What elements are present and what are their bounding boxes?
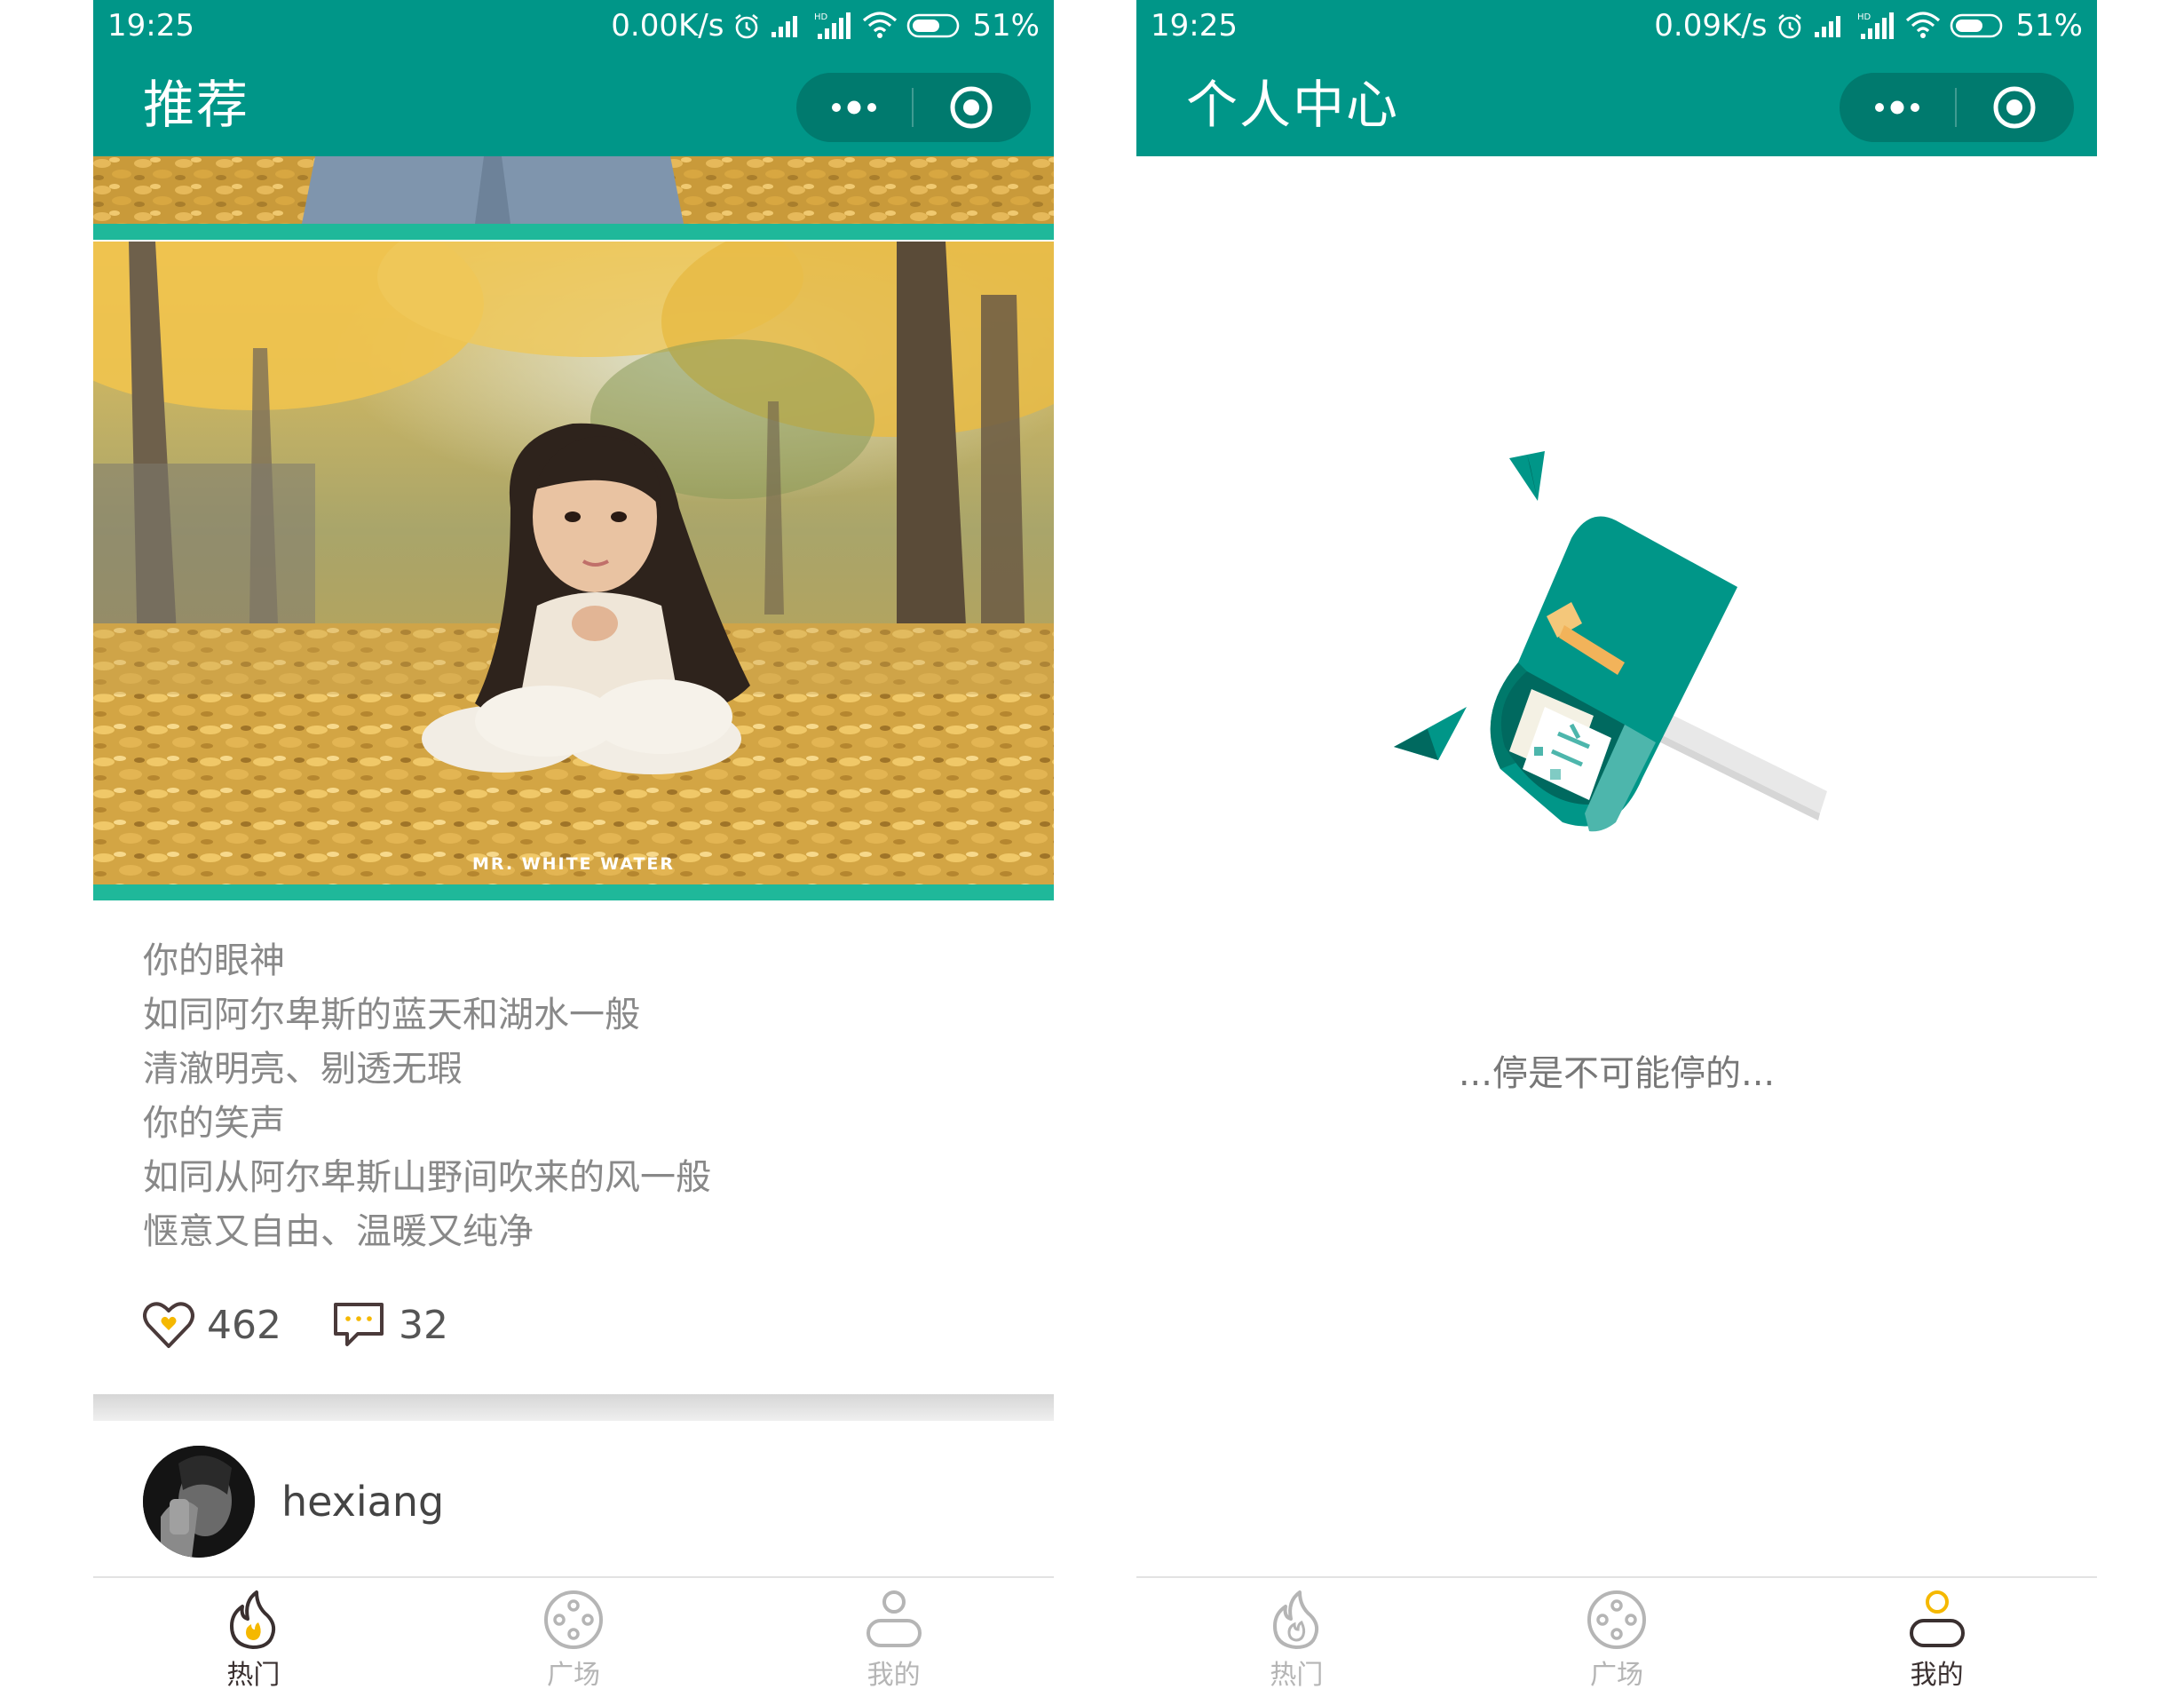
page-title: 推荐	[143, 75, 250, 135]
status-indicators: 0.00K/s HD 51%	[611, 7, 1040, 44]
image-bottom-border	[93, 884, 1054, 900]
mailbox-illustration	[1394, 451, 1827, 832]
user-icon	[866, 1590, 922, 1647]
tab-label: 广场	[1590, 1660, 1643, 1691]
tab-plaza[interactable]: 广场	[414, 1578, 734, 1705]
tab-hot[interactable]: 热门	[93, 1578, 414, 1705]
hd-signal-icon: HD	[814, 12, 851, 39]
photo-credit: MR. WHITE WATER	[471, 854, 676, 874]
like-count: 462	[207, 1302, 281, 1348]
tab-bar: 热门 广场 我的	[1136, 1576, 2097, 1705]
like-button[interactable]: 462	[143, 1300, 281, 1350]
post-stats: 462 32	[143, 1297, 498, 1353]
flame-icon	[1273, 1590, 1319, 1649]
hd-signal-icon: HD	[1857, 12, 1895, 39]
status-indicators: 0.09K/s HD 51%	[1654, 7, 2083, 44]
tab-label: 我的	[1910, 1660, 1964, 1691]
comment-bubble-icon	[333, 1303, 384, 1346]
plaza-icon	[544, 1590, 603, 1649]
comment-button[interactable]: 32	[331, 1300, 448, 1350]
plaza-icon	[1587, 1590, 1646, 1649]
caption-line: 惬意又自由、温暖又纯净	[143, 1211, 534, 1252]
heart-icon	[143, 1302, 194, 1348]
tab-label: 热门	[226, 1660, 281, 1691]
more-dots-icon	[1875, 100, 1919, 115]
more-button[interactable]	[796, 73, 912, 142]
svg-text:HD: HD	[1857, 12, 1871, 22]
tab-mine[interactable]: 我的	[1776, 1578, 2097, 1705]
post-separator	[93, 1394, 1054, 1421]
tab-bar: 热门 广场 我的	[93, 1576, 1054, 1705]
flame-icon	[230, 1590, 276, 1649]
battery-level: 51%	[972, 8, 1040, 44]
close-miniprogram-button[interactable]	[1957, 73, 2072, 142]
more-button[interactable]	[1840, 73, 1955, 142]
page-title: 个人中心	[1186, 75, 1400, 135]
more-dots-icon	[832, 100, 876, 115]
author-name[interactable]: hexiang	[281, 1478, 444, 1526]
miniprogram-capsule	[796, 73, 1031, 142]
tab-hot[interactable]: 热门	[1136, 1578, 1457, 1705]
status-bar: 19:25 0.00K/s HD 51%	[93, 0, 1054, 53]
tab-mine[interactable]: 我的	[733, 1578, 1054, 1705]
caption-line: 你的眼神	[143, 940, 285, 981]
wifi-icon	[863, 12, 898, 38]
alarm-icon	[735, 13, 759, 39]
post-photo[interactable]: MR. WHITE WATER	[93, 242, 1054, 884]
tab-label: 我的	[866, 1660, 921, 1691]
caption-line: 清澈明亮、剔透无瑕	[143, 1049, 463, 1090]
post-caption: 你的眼神 如同阿尔卑斯的蓝天和湖水一般 清澈明亮、剔透无瑕 你的笑声 如同从阿尔…	[143, 934, 1013, 1259]
tab-label: 广场	[547, 1660, 600, 1691]
alarm-icon	[1778, 13, 1802, 39]
net-speed: 0.09K/s	[1654, 8, 1768, 44]
wifi-icon	[1906, 12, 1941, 38]
user-icon	[1909, 1590, 1965, 1647]
signal-icon	[1815, 16, 1841, 37]
nav-bar: 推荐	[93, 53, 1054, 156]
net-speed: 0.00K/s	[611, 8, 724, 44]
profile-screen: 19:25 0.09K/s HD 51% 个人中心 ...停是不可能停的... …	[1136, 0, 2097, 1705]
status-time: 19:25	[1151, 8, 1238, 44]
caption-line: 你的笑声	[143, 1103, 285, 1144]
image-top-border	[93, 224, 1054, 240]
close-miniprogram-button[interactable]	[914, 73, 1029, 142]
caption-line: 如同阿尔卑斯的蓝天和湖水一般	[143, 995, 640, 1035]
empty-message: ...停是不可能停的...	[1458, 1053, 1776, 1094]
author-row[interactable]: hexiang	[143, 1444, 444, 1559]
target-close-icon	[1993, 86, 2036, 129]
avatar[interactable]	[143, 1446, 255, 1558]
battery-icon	[907, 13, 960, 38]
target-close-icon	[950, 86, 993, 129]
previous-post-image[interactable]	[93, 156, 1054, 224]
tab-label: 热门	[1270, 1660, 1324, 1691]
caption-line: 如同从阿尔卑斯山野间吹来的风一般	[143, 1157, 711, 1198]
miniprogram-capsule	[1840, 73, 2074, 142]
battery-icon	[1951, 13, 2003, 38]
svg-text:HD: HD	[814, 12, 828, 22]
nav-bar: 个人中心	[1136, 53, 2097, 156]
recommend-screen: 19:25 0.00K/s HD 51% 推荐 MR. WHITE WATER …	[93, 0, 1054, 1705]
battery-level: 51%	[2015, 8, 2083, 44]
status-time: 19:25	[107, 8, 194, 44]
tab-plaza[interactable]: 广场	[1457, 1578, 1777, 1705]
status-bar: 19:25 0.09K/s HD 51%	[1136, 0, 2097, 53]
signal-icon	[772, 16, 798, 37]
empty-state: ...停是不可能停的...	[1136, 156, 2097, 1576]
comment-count: 32	[398, 1302, 448, 1348]
